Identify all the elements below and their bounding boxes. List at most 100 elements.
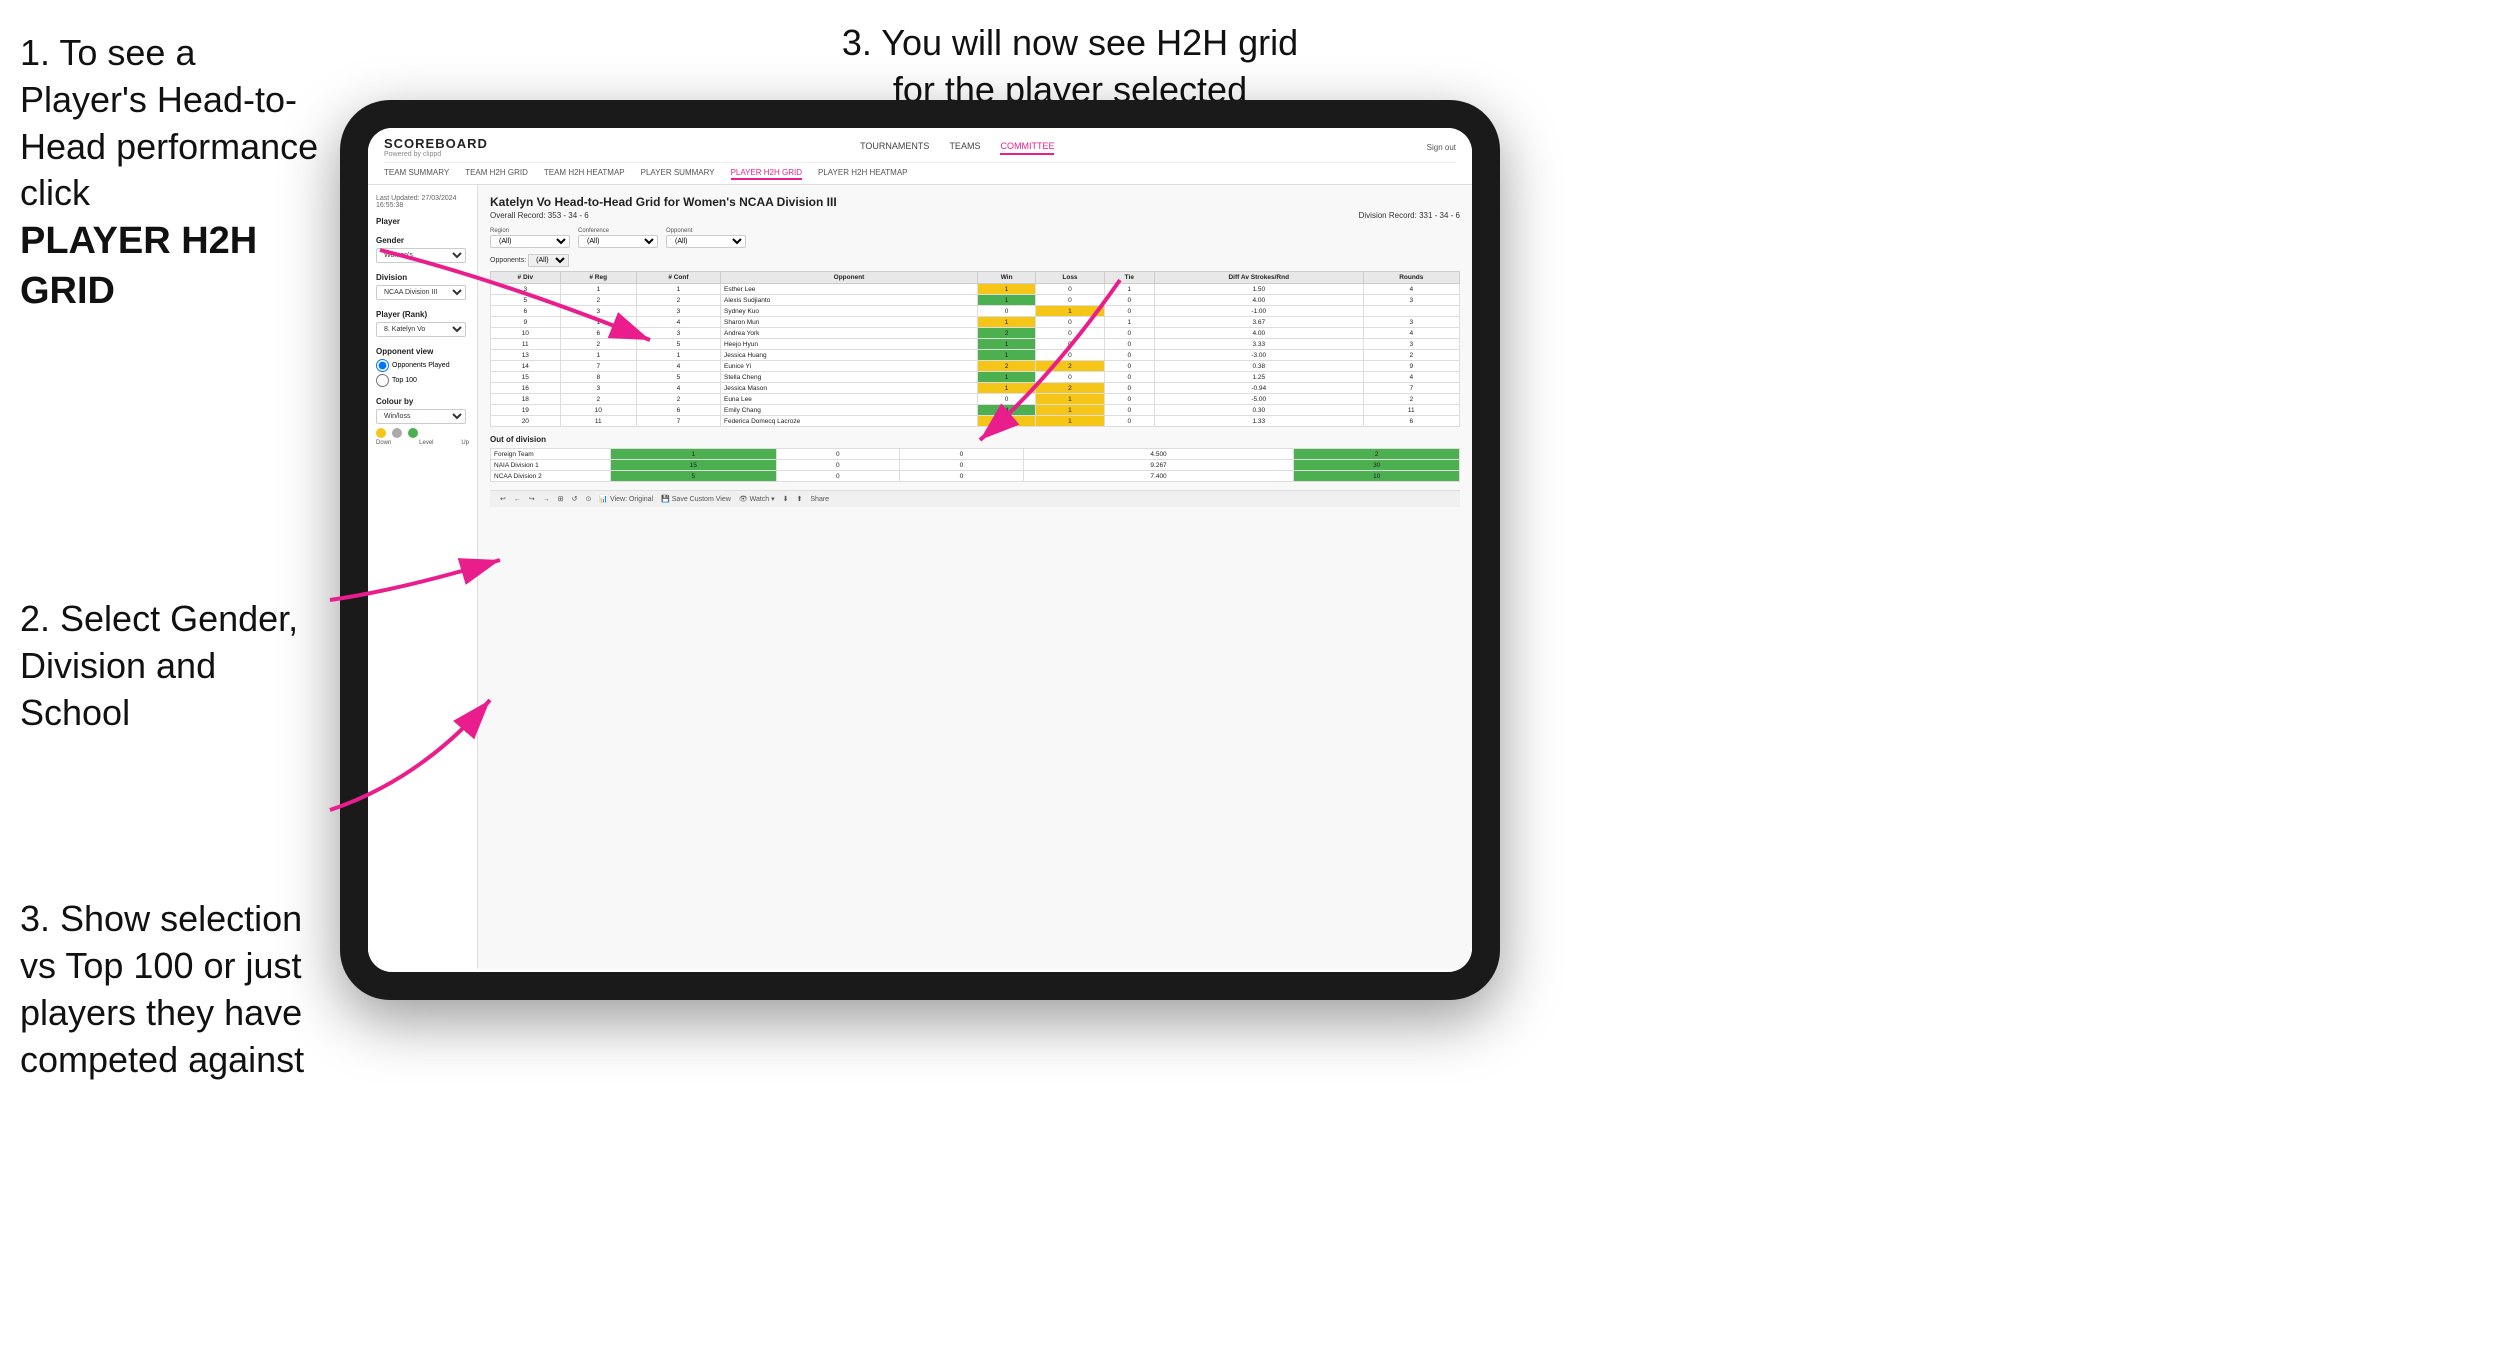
- content-title: Katelyn Vo Head-to-Head Grid for Women's…: [490, 195, 1460, 209]
- col-div: # Div: [491, 272, 561, 284]
- toolbar-save-custom[interactable]: 💾 Save Custom View: [661, 495, 731, 503]
- tablet-frame: SCOREBOARD Powered by clippd TOURNAMENTS…: [340, 100, 1500, 1000]
- gender-select[interactable]: Women's: [376, 248, 466, 263]
- table-row: 9: [491, 317, 561, 328]
- logo: SCOREBOARD Powered by clippd: [384, 136, 488, 158]
- table-row: 3: [491, 284, 561, 295]
- main-nav: TOURNAMENTS TEAMS COMMITTEE: [860, 139, 1054, 155]
- toolbar-undo[interactable]: ↩: [500, 495, 506, 503]
- instruction-2: 2. Select Gender, Division and School: [20, 596, 320, 736]
- toolbar-back[interactable]: ←: [514, 496, 521, 503]
- conference-select[interactable]: (All): [578, 235, 658, 248]
- nav-tournaments[interactable]: TOURNAMENTS: [860, 139, 929, 155]
- col-rounds: Rounds: [1363, 272, 1459, 284]
- gender-label: Gender: [376, 236, 469, 245]
- radio-top-100[interactable]: Top 100: [376, 374, 469, 387]
- table-row: 13: [491, 350, 561, 361]
- opponent-filter: Opponent (All): [666, 228, 746, 248]
- toolbar-forward[interactable]: →: [543, 496, 550, 503]
- logo-sub: Powered by clippd: [384, 151, 488, 158]
- subnav-player-h2h-heatmap[interactable]: PLAYER H2H HEATMAP: [818, 167, 908, 180]
- app-toolbar: ↩ ← ↪ → ⊞ ↺ ⊙ 📊 View: Original 💾 Save Cu…: [490, 490, 1460, 507]
- h2h-grid-table: # Div # Reg # Conf Opponent Win Loss Tie…: [490, 271, 1460, 427]
- subnav-team-h2h-heatmap[interactable]: TEAM H2H HEATMAP: [544, 167, 625, 180]
- toolbar-download[interactable]: ⬇: [783, 495, 789, 503]
- tablet-screen: SCOREBOARD Powered by clippd TOURNAMENTS…: [368, 128, 1472, 972]
- toolbar-target[interactable]: ⊙: [586, 495, 592, 503]
- toolbar-refresh[interactable]: ↺: [572, 495, 578, 503]
- region-select[interactable]: (All): [490, 235, 570, 248]
- sidebar-division-section: Division NCAA Division III: [376, 273, 469, 300]
- toolbar-grid[interactable]: ⊞: [558, 495, 564, 503]
- toolbar-upload[interactable]: ⬆: [797, 495, 803, 503]
- table-row: 5: [491, 295, 561, 306]
- sidebar-timestamp: Last Updated: 27/03/2024 16:55:38: [376, 195, 469, 209]
- toolbar-redo[interactable]: ↪: [529, 495, 535, 503]
- colour-labels: Down Level Up: [376, 440, 469, 446]
- subnav-player-summary[interactable]: PLAYER SUMMARY: [641, 167, 715, 180]
- col-diff: Diff Av Strokes/Rnd: [1154, 272, 1363, 284]
- col-conf: # Conf: [636, 272, 720, 284]
- sidebar-opponent-view: Opponent view Opponents Played Top 100: [376, 347, 469, 387]
- table-row: 20: [491, 416, 561, 427]
- col-tie: Tie: [1104, 272, 1154, 284]
- sub-nav: TEAM SUMMARY TEAM H2H GRID TEAM H2H HEAT…: [384, 162, 1456, 184]
- radio-opponents-played-input[interactable]: [376, 359, 389, 372]
- opponent-select[interactable]: (All): [666, 235, 746, 248]
- instruction-1: 1. To see a Player's Head-to-Head perfor…: [20, 30, 320, 316]
- player-label: Player: [376, 217, 469, 226]
- toolbar-view-original[interactable]: 📊 View: Original: [599, 495, 653, 503]
- opponent-view-radio-group: Opponents Played Top 100: [376, 359, 469, 387]
- table-row: 18: [491, 394, 561, 405]
- col-reg: # Reg: [560, 272, 636, 284]
- out-of-division-table: Foreign Team 1 0 0 4.500 2 NAIA Division…: [490, 448, 1460, 482]
- app-main: Last Updated: 27/03/2024 16:55:38 Player…: [368, 185, 1472, 969]
- conference-filter: Conference (All): [578, 228, 658, 248]
- toolbar-share[interactable]: Share: [810, 496, 829, 503]
- out-of-division-label: Out of division: [490, 435, 1460, 444]
- colour-dots: [376, 428, 469, 438]
- colour-select[interactable]: Win/loss: [376, 409, 466, 424]
- table-row: 14: [491, 361, 561, 372]
- logo-text: SCOREBOARD: [384, 136, 488, 151]
- division-label: Division: [376, 273, 469, 282]
- colour-label: Colour by: [376, 397, 469, 406]
- table-row: 6: [491, 306, 561, 317]
- col-loss: Loss: [1036, 272, 1104, 284]
- division-select[interactable]: NCAA Division III: [376, 285, 466, 300]
- subnav-player-h2h-grid[interactable]: PLAYER H2H GRID: [731, 167, 802, 180]
- subnav-team-summary[interactable]: TEAM SUMMARY: [384, 167, 449, 180]
- filter-row: Region (All) Conference (All) Opponent (…: [490, 228, 1460, 248]
- table-row: 19: [491, 405, 561, 416]
- app-content: Katelyn Vo Head-to-Head Grid for Women's…: [478, 185, 1472, 969]
- opponents-label: Opponents: (All): [490, 254, 1460, 267]
- sign-out[interactable]: Sign out: [1427, 143, 1456, 152]
- app-sidebar: Last Updated: 27/03/2024 16:55:38 Player…: [368, 185, 478, 969]
- nav-committee[interactable]: COMMITTEE: [1000, 139, 1054, 155]
- sidebar-gender-section: Gender Women's: [376, 236, 469, 263]
- overall-record: Overall Record: 353 - 34 - 6: [490, 211, 589, 220]
- radio-opponents-played[interactable]: Opponents Played: [376, 359, 469, 372]
- subnav-team-h2h-grid[interactable]: TEAM H2H GRID: [465, 167, 528, 180]
- table-row: 15: [491, 372, 561, 383]
- colour-dot-gray: [392, 428, 402, 438]
- app-header: SCOREBOARD Powered by clippd TOURNAMENTS…: [368, 128, 1472, 185]
- out-of-division-section: Out of division Foreign Team 1 0 0 4.500…: [490, 435, 1460, 482]
- table-row: 11: [491, 339, 561, 350]
- toolbar-watch[interactable]: 👁 Watch ▾: [739, 495, 775, 503]
- table-row: 16: [491, 383, 561, 394]
- player-rank-label: Player (Rank): [376, 310, 469, 319]
- division-record: Division Record: 331 - 34 - 6: [1359, 211, 1460, 220]
- radio-top100-input[interactable]: [376, 374, 389, 387]
- opponents-select[interactable]: (All): [528, 254, 569, 267]
- header-top: SCOREBOARD Powered by clippd TOURNAMENTS…: [384, 136, 1456, 158]
- sidebar-colour-section: Colour by Win/loss Down Level Up: [376, 397, 469, 446]
- colour-dot-green: [408, 428, 418, 438]
- app-container: SCOREBOARD Powered by clippd TOURNAMENTS…: [368, 128, 1472, 972]
- col-win: Win: [978, 272, 1036, 284]
- col-opponent: Opponent: [720, 272, 977, 284]
- sidebar-player-rank-section: Player (Rank) 8. Katelyn Vo: [376, 310, 469, 337]
- player-rank-select[interactable]: 8. Katelyn Vo: [376, 322, 466, 337]
- opponent-view-label: Opponent view: [376, 347, 469, 356]
- nav-teams[interactable]: TEAMS: [949, 139, 980, 155]
